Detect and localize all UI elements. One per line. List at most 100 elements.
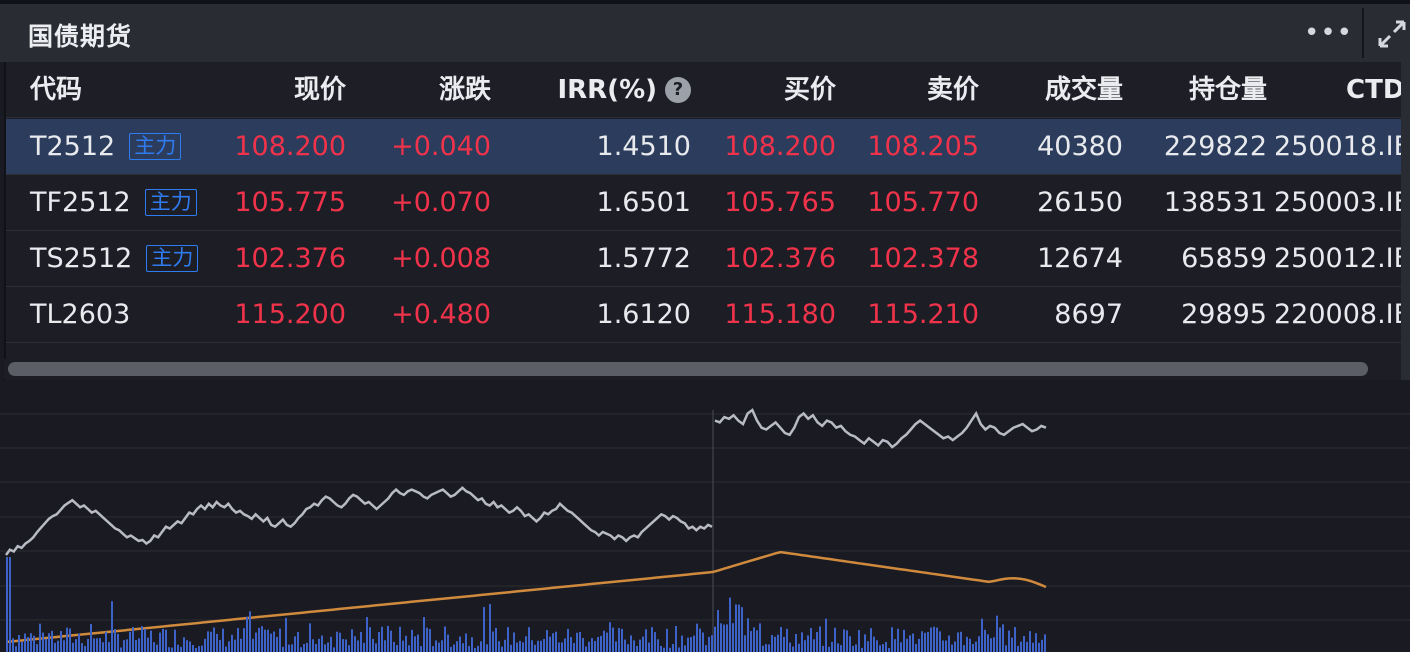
volume-bar (771, 635, 773, 652)
volume-bar (261, 626, 263, 652)
volume-bar (420, 646, 422, 652)
main-contract-badge: 主力 (144, 189, 197, 216)
volume-bar (207, 631, 209, 652)
header-bid[interactable]: 买价 (696, 62, 836, 118)
volume-bar (813, 639, 815, 652)
price-line-afternoon (714, 408, 1047, 449)
volume-bar (759, 623, 761, 652)
volume-bar (1014, 627, 1016, 652)
volume-bar (387, 625, 389, 652)
volume-bar (228, 641, 230, 652)
volume-bar (723, 624, 725, 652)
volume-bar (480, 641, 482, 652)
table-row[interactable]: TS2512 主力 102.376 +0.008 1.5772 102.376 1… (6, 231, 1410, 287)
volume-bar (297, 632, 299, 652)
volume-bar (978, 636, 980, 652)
row-ask: 108.205 (867, 131, 979, 162)
volume-bar (873, 636, 875, 652)
volume-bar (12, 638, 14, 652)
volume-bar (855, 644, 857, 652)
volume-bar (984, 629, 986, 652)
more-options-button[interactable]: ••• (1304, 14, 1352, 52)
volume-bar (696, 623, 698, 652)
row-code: T2512 主力 (30, 119, 182, 175)
volume-bar (54, 642, 56, 652)
volume-bar (456, 641, 458, 652)
volume-bar (15, 646, 17, 652)
expand-icon[interactable] (1376, 18, 1408, 50)
volume-bar (192, 644, 194, 652)
volume-bar (324, 644, 326, 652)
volume-bar (66, 627, 68, 652)
volume-bar (123, 640, 125, 652)
volume-bar (270, 633, 272, 652)
volume-bar (603, 630, 605, 652)
header-irr-label: IRR(%) (557, 75, 657, 105)
volume-bar (45, 638, 47, 652)
volume-bar (1038, 642, 1040, 652)
table-row[interactable]: TF2512 主力 105.775 +0.070 1.6501 105.765 1… (6, 175, 1410, 231)
row-ctd: 250003.IB (1274, 187, 1410, 218)
volume-bar (516, 642, 518, 652)
header-open-interest[interactable]: 持仓量 (1126, 62, 1267, 118)
header-change[interactable]: 涨跌 (351, 62, 491, 118)
volume-bar (630, 635, 632, 652)
volume-bar (876, 640, 878, 652)
volume-bar (1041, 639, 1043, 652)
volume-bar (234, 639, 236, 652)
volume-bar (501, 646, 503, 652)
header-code[interactable]: 代码 (30, 62, 82, 118)
volume-bar (210, 631, 212, 652)
volume-bar (567, 628, 569, 652)
scrollbar-thumb[interactable] (8, 362, 1368, 376)
volume-bar (918, 638, 920, 652)
header-ctd[interactable]: CTD (1346, 62, 1404, 118)
volume-bar (930, 627, 932, 652)
volume-bar (642, 636, 644, 652)
row-open-interest: 138531 (1163, 187, 1267, 218)
volume-bar (756, 630, 758, 652)
intraday-chart (0, 380, 1410, 652)
volume-bar (741, 607, 743, 652)
volume-bar (168, 647, 170, 652)
help-icon[interactable]: ? (665, 77, 691, 103)
volume-bar (474, 647, 476, 652)
volume-bar (30, 633, 32, 652)
header-price[interactable]: 现价 (206, 62, 346, 118)
volume-bar (444, 626, 446, 652)
header-divider (1362, 8, 1364, 58)
volume-bar (576, 632, 578, 652)
volume-bar (558, 642, 560, 652)
volume-bar (990, 638, 992, 652)
volume-bar (375, 643, 377, 652)
volume-bar (246, 616, 248, 652)
volume-bar (645, 629, 647, 652)
volume-bar (99, 638, 101, 652)
volume-bar (822, 645, 824, 652)
volume-bar (384, 640, 386, 652)
volume-bar (180, 646, 182, 652)
header-volume[interactable]: 成交量 (986, 62, 1123, 118)
volume-bar (597, 637, 599, 652)
volume-bar (111, 601, 113, 652)
header-ask[interactable]: 卖价 (839, 62, 979, 118)
volume-bar (531, 640, 533, 652)
panel-header: 国债期货 ••• (0, 4, 1410, 62)
volume-bar (777, 634, 779, 652)
volume-bar (966, 636, 968, 652)
volume-bar (276, 636, 278, 652)
table-row[interactable]: TL2603 115.200 +0.480 1.6120 115.180 115… (6, 287, 1410, 343)
volume-bar (120, 647, 122, 652)
table-row[interactable]: T2512 主力 108.200 +0.040 1.4510 108.200 10… (6, 119, 1410, 175)
volume-bar (144, 628, 146, 652)
volume-bar (1020, 641, 1022, 652)
volume-bar (795, 633, 797, 652)
volume-bar (942, 640, 944, 652)
volume-bar (33, 635, 35, 652)
volume-bar (396, 645, 398, 652)
volume-bar (129, 631, 131, 652)
row-price: 115.200 (234, 299, 346, 330)
volume-bar (783, 636, 785, 652)
volume-bar (780, 627, 782, 652)
header-irr[interactable]: IRR(%)? (506, 62, 691, 118)
